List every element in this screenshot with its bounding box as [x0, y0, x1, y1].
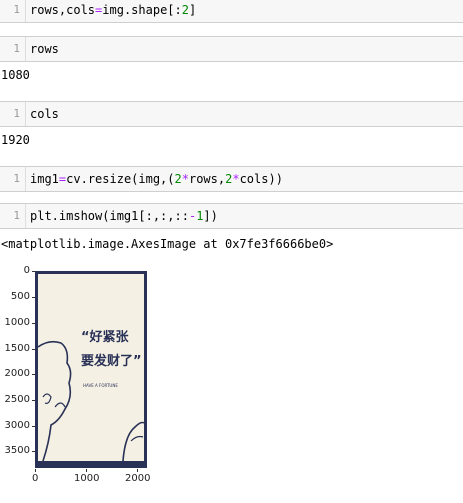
line-number: 1: [0, 167, 26, 191]
x-tick: [35, 469, 36, 472]
line-number: 1: [0, 204, 26, 228]
poster-title-line2: 要发财了”: [81, 353, 142, 369]
line-number: 1: [0, 0, 26, 22]
y-tick-label: 1000: [4, 317, 30, 328]
code-cell-resize[interactable]: 1 img1=cv.resize(img,(2*rows,2*cols)): [0, 166, 463, 192]
code-input[interactable]: img1=cv.resize(img,(2*rows,2*cols)): [30, 167, 283, 191]
code-input[interactable]: rows: [30, 37, 59, 61]
poster-subtitle: HAVE A FORTUNE: [83, 383, 118, 388]
y-tick-label: 3500: [4, 445, 30, 456]
x-tick-label: 2000: [125, 473, 151, 484]
line-number: 1: [0, 102, 26, 126]
x-tick: [137, 469, 138, 472]
output-cols: 1920: [1, 133, 30, 147]
y-tick-label: 2500: [4, 394, 30, 405]
y-tick-label: 2000: [4, 368, 30, 379]
output-rows: 1080: [1, 68, 30, 82]
code-cell-cols[interactable]: 1 cols: [0, 101, 463, 127]
poster-title-line1: “好紧张: [81, 329, 130, 345]
plot-area: 0 500 1000 1500 2000 2500 3000 3500 “好紧张…: [0, 260, 190, 503]
y-tick-label: 500: [10, 291, 30, 302]
output-imshow: <matplotlib.image.AxesImage at 0x7fe3f66…: [1, 237, 334, 251]
code-cell-imshow[interactable]: 1 plt.imshow(img1[:,:,::-1]): [0, 203, 463, 229]
code-cell-shape[interactable]: 1 rows,cols=img.shape[:2]: [0, 0, 463, 23]
code-input[interactable]: plt.imshow(img1[:,:,::-1]): [30, 204, 218, 228]
y-tick-label: 0: [23, 265, 30, 276]
poster-image: “好紧张 要发财了” HAVE A FORTUNE: [35, 271, 147, 468]
code-input[interactable]: cols: [30, 102, 59, 126]
code-cell-rows[interactable]: 1 rows: [0, 36, 463, 62]
x-tick: [86, 469, 87, 472]
x-tick-label: 1000: [74, 473, 100, 484]
y-tick-label: 1500: [4, 343, 30, 354]
x-tick-label: 0: [32, 473, 39, 484]
code-input[interactable]: rows,cols=img.shape[:2]: [30, 0, 196, 22]
line-number: 1: [0, 37, 26, 61]
y-tick-label: 3000: [4, 420, 30, 431]
